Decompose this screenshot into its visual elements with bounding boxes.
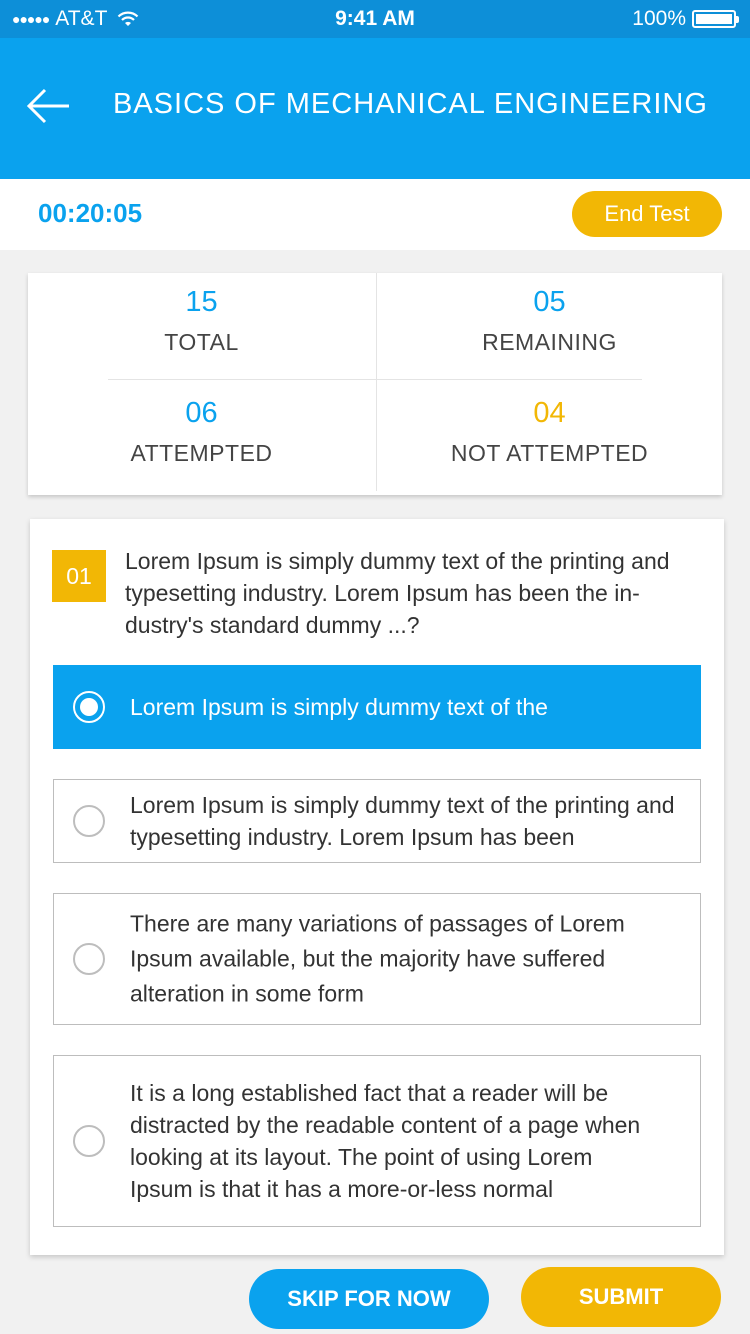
battery-icon — [692, 10, 739, 28]
stat-total-value: 15 — [185, 286, 218, 318]
stat-attempted: 06 ATTEMPTED — [28, 397, 375, 467]
battery-percent: 100% — [632, 7, 686, 30]
answer-option-4[interactable]: It is a long established fact that a rea… — [53, 1055, 701, 1227]
stat-attempted-label: ATTEMPTED — [130, 440, 273, 466]
countdown-timer: 00:20:05 — [38, 198, 143, 228]
back-arrow-icon[interactable] — [26, 86, 72, 126]
stat-total: 15 TOTAL — [28, 286, 375, 356]
radio-selected-icon[interactable] — [73, 691, 105, 723]
submit-button[interactable]: SUBMIT — [521, 1267, 721, 1327]
question-number-badge: 01 — [52, 550, 106, 602]
stat-not-attempted-label: NOT ATTEMPTED — [450, 440, 649, 466]
app-header: BASICS OF MECHANICAL ENGINEERING — [0, 38, 750, 179]
answer-option-text: Lorem Ipsum is simply dummy text of the — [130, 694, 548, 720]
stat-not-attempted-value: 04 — [533, 397, 566, 429]
stat-attempted-value: 06 — [185, 397, 218, 429]
question-text: Lorem Ipsum is simply dummy text of the … — [125, 548, 670, 638]
answer-option-1[interactable]: Lorem Ipsum is simply dummy text of the — [53, 665, 701, 749]
answer-option-2[interactable]: Lorem Ipsum is simply dummy text of the … — [53, 779, 701, 863]
radio-icon[interactable] — [73, 943, 105, 975]
answer-option-3[interactable]: There are many variations of passages of… — [53, 893, 701, 1025]
stat-not-attempted: 04 NOT ATTEMPTED — [376, 397, 723, 467]
answer-option-text: There are many variations of passages of… — [130, 910, 625, 1007]
stat-total-label: TOTAL — [164, 329, 239, 355]
page-title: BASICS OF MECHANICAL ENGINEERING — [113, 88, 708, 120]
question-card: 01 Lorem Ipsum is simply dummy text of t… — [30, 519, 724, 1255]
stat-remaining-value: 05 — [533, 286, 566, 318]
end-test-button[interactable]: End Test — [572, 191, 722, 237]
radio-icon[interactable] — [73, 1125, 105, 1157]
radio-icon[interactable] — [73, 805, 105, 837]
answer-option-text: It is a long established fact that a rea… — [130, 1080, 641, 1202]
stat-remaining: 05 REMAINING — [376, 286, 723, 356]
battery-status: 100% — [632, 7, 739, 31]
answer-option-text: Lorem Ipsum is simply dummy text of the … — [130, 792, 675, 850]
stats-horizontal-divider — [108, 379, 642, 380]
timer-bar: 00:20:05 End Test — [0, 179, 750, 250]
skip-for-now-button[interactable]: SKIP FOR NOW — [249, 1269, 489, 1329]
status-bar: ●●●●● AT&T 9:41 AM 100% — [0, 0, 750, 38]
stat-remaining-label: REMAINING — [482, 329, 617, 355]
stats-card: 15 TOTAL 05 REMAINING 06 ATTEMPTED 04 NO… — [28, 273, 722, 495]
